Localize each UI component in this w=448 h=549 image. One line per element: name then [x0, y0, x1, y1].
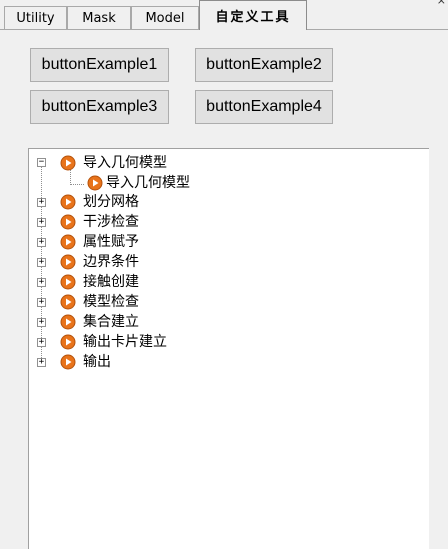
tool-tree-view[interactable]: − 导入几何模型 导入几何模型 + 划分网格 + 干涉检查 + 属性赋予 + 边…: [28, 148, 429, 549]
tree-node-property-assignment[interactable]: + 属性赋予: [29, 233, 229, 251]
tree-node-label: 导入几何模型: [106, 175, 190, 191]
tree-node-label: 接触创建: [83, 274, 139, 290]
tree-node-label: 导入几何模型: [83, 155, 167, 171]
tab-mask-label: Mask: [82, 10, 116, 26]
play-circle-icon: [60, 155, 76, 171]
tree-node-label: 模型检查: [83, 294, 139, 310]
expand-icon[interactable]: +: [37, 278, 46, 287]
play-circle-icon: [60, 294, 76, 310]
tree-node-label: 划分网格: [83, 194, 139, 210]
tree-node-label: 边界条件: [83, 254, 139, 270]
button-example-1-label: buttonExample1: [41, 56, 158, 73]
tree-node-meshing[interactable]: + 划分网格: [29, 193, 229, 211]
tree-node-label: 输出卡片建立: [83, 334, 167, 350]
play-circle-icon: [87, 175, 103, 191]
expand-icon[interactable]: +: [37, 358, 46, 367]
expand-icon[interactable]: +: [37, 198, 46, 207]
collapse-icon[interactable]: −: [37, 158, 46, 167]
close-icon[interactable]: ×: [437, 0, 446, 7]
tree-node-interference-check[interactable]: + 干涉检查: [29, 213, 229, 231]
tree-node-label: 集合建立: [83, 314, 139, 330]
tab-custom-tools[interactable]: 自定义工具: [199, 0, 307, 30]
expand-icon[interactable]: +: [37, 338, 46, 347]
button-example-4-label: buttonExample4: [206, 98, 322, 115]
expand-icon[interactable]: +: [37, 318, 46, 327]
play-circle-icon: [60, 234, 76, 250]
tree-node-output[interactable]: + 输出: [29, 353, 229, 371]
button-example-3-label: buttonExample3: [41, 98, 158, 115]
tree-node-boundary-conditions[interactable]: + 边界条件: [29, 253, 229, 271]
expand-icon[interactable]: +: [37, 258, 46, 267]
tab-utility[interactable]: Utility: [4, 6, 67, 29]
tab-custom-tools-label: 自定义工具: [215, 10, 291, 25]
tree-node-set-creation[interactable]: + 集合建立: [29, 313, 229, 331]
tab-model-label: Model: [145, 10, 185, 26]
tab-mask[interactable]: Mask: [67, 6, 131, 29]
play-circle-icon: [60, 214, 76, 230]
tree-node-label: 属性赋予: [83, 234, 139, 250]
tree-node-import-geometry-child[interactable]: 导入几何模型: [29, 174, 249, 192]
tree-node-label: 输出: [83, 354, 111, 370]
button-example-3[interactable]: buttonExample3: [30, 90, 169, 124]
tab-bar: Utility Mask Model 自定义工具 ×: [0, 0, 448, 30]
play-circle-icon: [60, 334, 76, 350]
button-example-4[interactable]: buttonExample4: [195, 90, 333, 124]
play-circle-icon: [60, 274, 76, 290]
tree-node-label: 干涉检查: [83, 214, 139, 230]
tab-utility-label: Utility: [16, 10, 55, 26]
play-circle-icon: [60, 254, 76, 270]
expand-icon[interactable]: +: [37, 238, 46, 247]
tab-model[interactable]: Model: [131, 6, 199, 29]
tree-node-output-card-creation[interactable]: + 输出卡片建立: [29, 333, 229, 351]
play-circle-icon: [60, 354, 76, 370]
tree-node-import-geometry[interactable]: − 导入几何模型: [29, 154, 229, 172]
tree-node-model-check[interactable]: + 模型检查: [29, 293, 229, 311]
play-circle-icon: [60, 314, 76, 330]
expand-icon[interactable]: +: [37, 218, 46, 227]
play-circle-icon: [60, 194, 76, 210]
button-example-2-label: buttonExample2: [206, 56, 322, 73]
expand-icon[interactable]: +: [37, 298, 46, 307]
tree-node-contact-creation[interactable]: + 接触创建: [29, 273, 229, 291]
button-example-2[interactable]: buttonExample2: [195, 48, 333, 82]
button-example-1[interactable]: buttonExample1: [30, 48, 169, 82]
